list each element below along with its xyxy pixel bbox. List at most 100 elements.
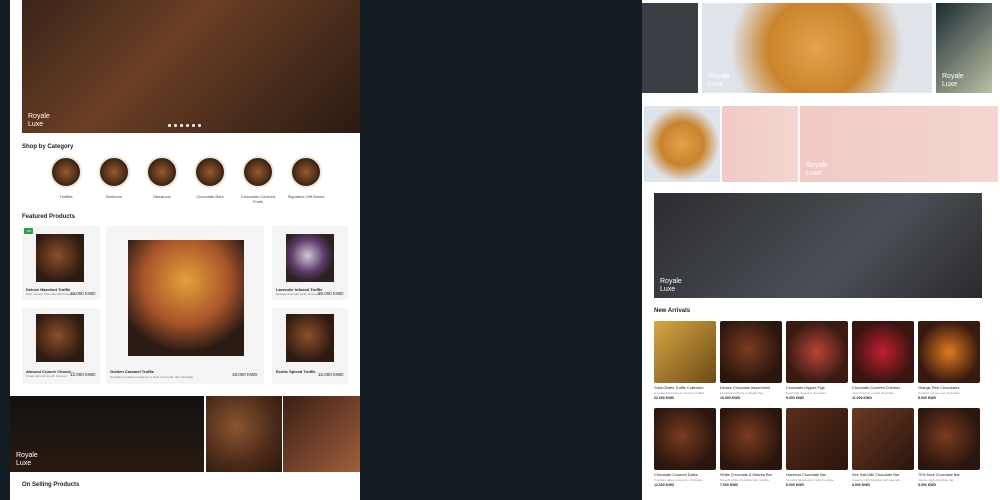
product-desc: Premium dates covered in chocolate xyxy=(654,478,703,482)
product-desc: Smooth white chocolate with matcha xyxy=(720,478,769,482)
banner-image[interactable] xyxy=(642,3,698,93)
product-image xyxy=(720,408,782,470)
product-price: 8.000 KWD xyxy=(918,396,937,400)
product-desc: Intense dark chocolate bar xyxy=(918,478,954,482)
product-image xyxy=(786,408,848,470)
product-name: Chocolate-Dipped Figs xyxy=(786,386,825,390)
category-item-chocolate-covered-fruits[interactable]: Chocolate-Covered Fruits xyxy=(238,156,278,204)
hero-banner-image[interactable]: Royale Luxe xyxy=(22,0,360,133)
product-name: 70% Dark Chocolate Bar xyxy=(918,473,960,477)
product-image xyxy=(918,321,980,383)
category-item-bonbons[interactable]: Bonbons xyxy=(94,156,134,199)
product-name: Gold-Gilded Truffle Collection xyxy=(654,386,704,390)
product-price: 25.000 KWD xyxy=(318,291,344,296)
product-card[interactable]: Orange Peel Chocolates Candied orange pee… xyxy=(918,321,980,413)
product-image xyxy=(286,234,334,282)
product-card[interactable]: Sea Salt Milk Chocolate Bar Creamy milk c… xyxy=(852,408,914,500)
category-item-macarons[interactable]: Macarons xyxy=(142,156,182,199)
brand-logo: Royale Luxe xyxy=(806,162,828,177)
product-image xyxy=(720,321,782,383)
brand-logo: Royale Luxe xyxy=(708,73,730,88)
discount-badge: -5% xyxy=(24,228,34,234)
product-card[interactable]: Chocolate-Covered Dates Premium dates cov… xyxy=(654,408,716,500)
product-price: 15.000 KWD xyxy=(318,372,344,377)
product-card[interactable]: Almond Crunch Chocol... Crispy almond cr… xyxy=(22,308,100,384)
product-price: 10.000 KWD xyxy=(70,291,96,296)
product-price: 12.000 KWD xyxy=(70,372,96,377)
product-name: Sea Salt Milk Chocolate Bar xyxy=(852,473,900,477)
tile-bars[interactable] xyxy=(722,106,798,182)
product-image xyxy=(852,321,914,383)
product-card[interactable]: Deluxe Chocolate Assortment Assorted bonb… xyxy=(720,321,782,413)
product-price: 9.000 KWD xyxy=(786,396,805,400)
product-price: 11.000 KWD xyxy=(852,396,872,400)
product-card[interactable]: Lavender Infused Truffle Delicate lavend… xyxy=(272,226,348,300)
tile-waffle-berries[interactable] xyxy=(644,106,720,182)
brand-logo: Royale Luxe xyxy=(16,452,38,467)
shop-by-category-title: Shop by Category xyxy=(22,144,74,150)
product-card[interactable]: Gold-Gilded Truffle Collection A curated … xyxy=(654,321,716,413)
carousel-dots[interactable] xyxy=(168,124,201,127)
banner-waffles[interactable]: Royale Luxe xyxy=(702,3,932,93)
promo-banner-cupcakes[interactable]: Royale Luxe xyxy=(10,396,204,472)
category-item-signature-gift-boxes[interactable]: Signature Gift Boxes xyxy=(286,156,326,199)
product-card[interactable]: Hazelnut Chocolate Bar Crunchy hazelnuts … xyxy=(786,408,848,500)
brand-logo: Royale Luxe xyxy=(28,113,50,128)
product-image xyxy=(36,314,84,362)
banner-image[interactable]: Royale Luxe xyxy=(936,3,992,93)
product-price: 12.000 KWD xyxy=(654,483,675,487)
product-price: 7.000 KWD xyxy=(720,483,739,487)
brand-logo: Royale Luxe xyxy=(660,278,682,293)
product-image xyxy=(654,408,716,470)
product-card[interactable]: Chocolate-Dipped Figs Fresh figs dipped i… xyxy=(786,321,848,413)
product-name: White Chocolate & Matcha Bar xyxy=(720,473,772,477)
product-desc: Assorted bonbons in elegant box xyxy=(720,391,764,395)
category-image xyxy=(242,156,274,188)
product-card-large[interactable]: Golden Caramel Truffle Decadent caramel … xyxy=(106,226,264,384)
product-price: 18.000 KWD xyxy=(232,372,258,377)
product-desc: Juicy cherries in dark chocolate xyxy=(852,391,894,395)
product-name: Deluxe Chocolate Assortment xyxy=(720,386,771,390)
on-selling-title: On Selling Products xyxy=(22,482,80,488)
product-price: 5.000 KWD xyxy=(918,483,937,487)
product-image xyxy=(654,321,716,383)
category-image xyxy=(146,156,178,188)
product-image xyxy=(128,240,244,356)
product-price: 6.000 KWD xyxy=(786,483,805,487)
product-desc: Candied orange peel chocolate xyxy=(918,391,960,395)
category-image xyxy=(194,156,226,188)
product-desc: Delicate lavender white chocolate xyxy=(276,292,321,296)
featured-products-title: Featured Products xyxy=(22,214,76,220)
promo-banner-cookies[interactable] xyxy=(206,396,282,472)
promo-banner-milk[interactable] xyxy=(283,396,360,472)
product-name: Golden Caramel Truffle xyxy=(110,369,155,374)
product-card[interactable]: White Chocolate & Matcha Bar Smooth white… xyxy=(720,408,782,500)
product-name: Chocolate-Covered Cherries xyxy=(852,386,901,390)
product-image xyxy=(786,321,848,383)
product-name: Chocolate-Covered Dates xyxy=(654,473,698,477)
product-desc: Rich, velvety chocolate filled hazelnut xyxy=(26,292,76,296)
product-name: Hazelnut Chocolate Bar xyxy=(786,473,827,477)
product-price: 6.500 KWD xyxy=(852,483,871,487)
banner-hot-chocolate[interactable]: Royale Luxe xyxy=(654,193,982,298)
product-name: Exotic Spiced Truffle xyxy=(276,369,316,374)
product-card[interactable]: Exotic Spiced Truffle 15.000 KWD xyxy=(272,308,348,384)
category-item-truffles[interactable]: Truffles xyxy=(46,156,86,199)
product-card[interactable]: -5% Deluxe Hazelnut Truffle Rich, velvet… xyxy=(22,226,100,300)
product-name: Orange Peel Chocolates xyxy=(918,386,960,390)
product-image xyxy=(852,408,914,470)
banner-waffles-pink[interactable]: Royale Luxe xyxy=(800,106,998,182)
product-price: 16.000 KWD xyxy=(720,396,741,400)
category-image xyxy=(98,156,130,188)
brand-logo: Royale Luxe xyxy=(942,73,964,88)
product-image xyxy=(36,234,84,282)
category-image xyxy=(50,156,82,188)
product-desc: Fresh figs dipped in chocolate xyxy=(786,391,826,395)
category-item-chocolate-bars[interactable]: Chocolate Bars xyxy=(190,156,230,199)
product-image-placeholder xyxy=(918,408,980,470)
product-image xyxy=(286,314,334,362)
product-desc: A curated assortment of luxury truffles xyxy=(654,391,705,395)
category-image xyxy=(290,156,322,188)
product-card[interactable]: Chocolate-Covered Cherries Juicy cherries… xyxy=(852,321,914,413)
product-card[interactable]: 70% Dark Chocolate Bar Intense dark choco… xyxy=(918,408,980,500)
